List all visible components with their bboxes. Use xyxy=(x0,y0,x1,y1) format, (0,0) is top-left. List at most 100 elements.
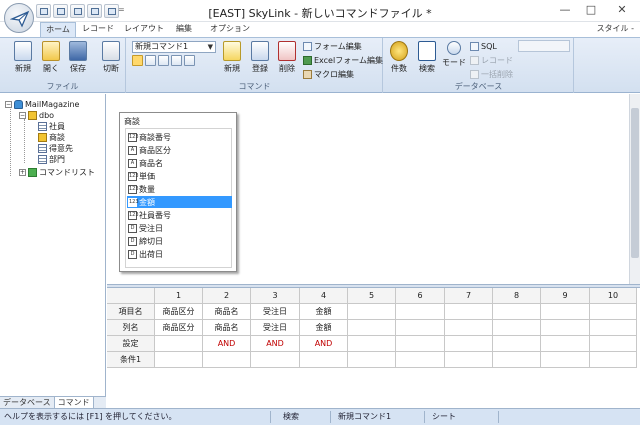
mode-button[interactable]: モード xyxy=(442,40,466,80)
excel-form-edit-button[interactable]: Excelフォーム編集 xyxy=(303,55,383,66)
grid-cell[interactable] xyxy=(348,336,396,352)
app-menu-button[interactable] xyxy=(4,3,34,33)
tab-record[interactable]: レコード xyxy=(80,22,116,37)
grid-cell[interactable] xyxy=(541,304,590,320)
tree-node-root[interactable]: − MailMagazine xyxy=(5,99,79,110)
grid-cell[interactable] xyxy=(541,352,590,368)
grid-column-header[interactable]: 2 xyxy=(203,288,251,304)
scrollbar-thumb[interactable] xyxy=(631,108,639,258)
page-icon[interactable] xyxy=(158,55,169,66)
grid-column-header[interactable]: 7 xyxy=(445,288,493,304)
grid-cell[interactable]: 金額 xyxy=(300,304,348,320)
grid-cell[interactable]: 商品名 xyxy=(203,320,251,336)
grid-cell[interactable] xyxy=(348,320,396,336)
tab-database[interactable]: データベース xyxy=(0,397,55,408)
grid-cell[interactable] xyxy=(396,304,445,320)
tab-edit[interactable]: 編集 xyxy=(172,22,196,37)
tree-node-table[interactable]: 得意先 xyxy=(38,143,73,154)
tree-node-table[interactable]: 商談 xyxy=(38,132,65,143)
field-item[interactable]: A 商品区分 xyxy=(127,144,232,156)
grid-cell[interactable] xyxy=(203,352,251,368)
field-item[interactable]: 123 社員番号 xyxy=(127,209,232,221)
tab-options[interactable]: オプション xyxy=(208,22,252,37)
style-menu[interactable]: スタイル - xyxy=(597,23,634,34)
grid-cell[interactable] xyxy=(590,336,637,352)
record-button[interactable]: レコード xyxy=(470,55,513,66)
scissors-icon[interactable] xyxy=(184,55,195,66)
disconnect-button[interactable]: 切断 xyxy=(99,40,123,80)
grid-cell[interactable] xyxy=(590,304,637,320)
table-field-box[interactable]: 商談 123 商談番号 A 商品区分 A 商品名 123 単価 123 数量 123 金額 … xyxy=(119,112,237,272)
grid-cell[interactable] xyxy=(396,352,445,368)
grid-cell[interactable] xyxy=(493,320,541,336)
grid-cell[interactable]: AND xyxy=(203,336,251,352)
grid-cell[interactable] xyxy=(300,352,348,368)
bulk-delete-button[interactable]: 一括削除 xyxy=(470,69,513,80)
grid-cell[interactable] xyxy=(445,352,493,368)
count-button[interactable]: 件数 xyxy=(387,40,411,80)
tab-home[interactable]: ホーム xyxy=(40,22,76,37)
grid-cell[interactable]: 受注日 xyxy=(251,320,300,336)
grid-column-header[interactable]: 1 xyxy=(155,288,203,304)
field-item[interactable]: A 商品名 xyxy=(127,157,232,169)
tree-node-command-list[interactable]: + コマンドリスト xyxy=(19,167,95,178)
grid-cell[interactable] xyxy=(445,320,493,336)
field-item[interactable]: D 受注日 xyxy=(127,222,232,234)
grid-cell[interactable] xyxy=(348,352,396,368)
close-button[interactable]: ✕ xyxy=(604,0,640,20)
grid-cell[interactable] xyxy=(445,336,493,352)
grid-column-header[interactable]: 3 xyxy=(251,288,300,304)
field-item[interactable]: 123 単価 xyxy=(127,170,232,182)
grid-cell[interactable] xyxy=(541,320,590,336)
grid-cell[interactable] xyxy=(155,352,203,368)
grid-cell[interactable] xyxy=(493,336,541,352)
grid-column-header[interactable]: 4 xyxy=(300,288,348,304)
grid-cell[interactable] xyxy=(445,304,493,320)
field-item-selected[interactable]: 123 金額 xyxy=(127,196,232,208)
grid-cell[interactable]: 金額 xyxy=(300,320,348,336)
grid-cell[interactable] xyxy=(396,336,445,352)
field-item[interactable]: 123 数量 xyxy=(127,183,232,195)
vertical-scrollbar[interactable] xyxy=(629,94,640,284)
grid-column-header[interactable]: 8 xyxy=(493,288,541,304)
macro-edit-button[interactable]: マクロ編集 xyxy=(303,69,354,80)
tab-command[interactable]: コマンド xyxy=(54,397,94,408)
grid-column-header[interactable]: 6 xyxy=(396,288,445,304)
tree-node-table[interactable]: 部門 xyxy=(38,154,65,165)
minimize-button[interactable]: — xyxy=(552,0,578,20)
field-item[interactable]: 123 商談番号 xyxy=(127,131,232,143)
field-item[interactable]: D 出荷日 xyxy=(127,248,232,260)
grid-cell[interactable] xyxy=(493,304,541,320)
field-item[interactable]: D 締切日 xyxy=(127,235,232,247)
filter-icon[interactable] xyxy=(145,55,156,66)
grid-cell[interactable] xyxy=(251,352,300,368)
grid-cell[interactable]: 商品名 xyxy=(203,304,251,320)
file-save-button[interactable]: 保存 xyxy=(66,40,90,80)
search-button[interactable]: 検索 xyxy=(415,40,439,80)
command-new-button[interactable]: 新規 xyxy=(220,40,244,80)
expand-icon[interactable]: + xyxy=(19,169,26,176)
grid-cell[interactable] xyxy=(155,336,203,352)
command-delete-button[interactable]: 削除 xyxy=(275,40,299,80)
maximize-button[interactable]: □ xyxy=(578,0,604,20)
grid-cell[interactable]: 商品区分 xyxy=(155,320,203,336)
grid-cell[interactable] xyxy=(348,304,396,320)
collapse-icon[interactable]: − xyxy=(5,101,12,108)
collapse-icon[interactable]: − xyxy=(19,112,26,119)
tab-layout[interactable]: レイアウト xyxy=(124,22,164,37)
form-edit-button[interactable]: フォーム編集 xyxy=(303,41,362,52)
ribbon-search-box[interactable] xyxy=(518,40,570,52)
tree-node-table[interactable]: 社員 xyxy=(38,121,65,132)
command-register-button[interactable]: 登録 xyxy=(248,40,272,80)
grid-cell[interactable] xyxy=(396,320,445,336)
select-mode-icon[interactable] xyxy=(132,55,143,66)
grid-column-header[interactable]: 10 xyxy=(590,288,637,304)
grid-cell[interactable]: 商品区分 xyxy=(155,304,203,320)
file-new-button[interactable]: 新規 xyxy=(11,40,35,80)
grid-column-header[interactable]: 9 xyxy=(541,288,590,304)
sql-button[interactable]: SQL xyxy=(470,41,497,52)
grid-cell[interactable]: AND xyxy=(251,336,300,352)
file-open-button[interactable]: 開く xyxy=(39,40,63,80)
grid-cell[interactable] xyxy=(590,352,637,368)
grid-cell[interactable] xyxy=(590,320,637,336)
